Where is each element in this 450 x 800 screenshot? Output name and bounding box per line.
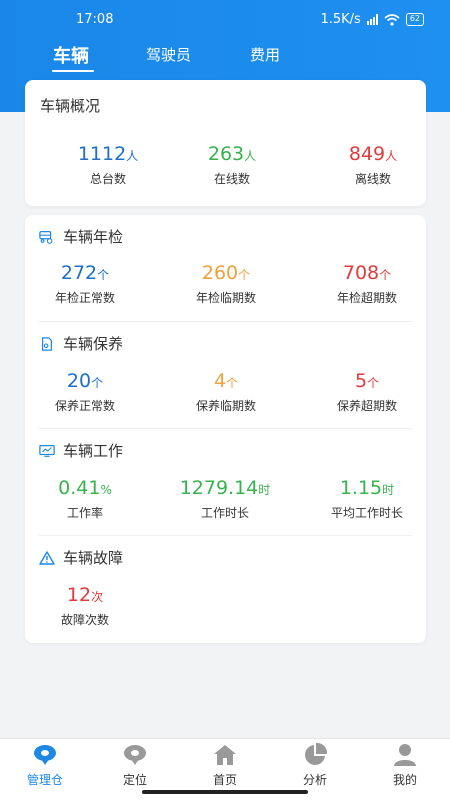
- stat-value: 263: [207, 143, 245, 165]
- maintenance-normal-stat: 20个 保养正常数: [25, 369, 145, 414]
- inspection-header: 车辆年检: [39, 226, 123, 247]
- work-rate-stat: 0.41% 工作率: [25, 476, 145, 521]
- stat-value: 1.15: [339, 477, 383, 499]
- nav-location[interactable]: 定位: [105, 743, 165, 788]
- stat-value: 708: [342, 262, 380, 284]
- stat-value: 272: [60, 262, 98, 284]
- stat-unit: 个: [91, 376, 104, 390]
- nav-profile[interactable]: 我的: [375, 743, 435, 788]
- stat-label: 平均工作时长: [330, 506, 403, 520]
- maintenance-overdue-stat: 5个 保养超期数: [307, 369, 427, 414]
- nav-label: 首页: [212, 773, 237, 787]
- nav-analysis[interactable]: 分析: [285, 743, 345, 788]
- tab-vehicles[interactable]: 车辆: [53, 42, 89, 68]
- status-time: 17:08: [76, 12, 114, 27]
- work-monitor-icon: [39, 444, 55, 457]
- section-divider: [39, 535, 412, 536]
- stat-label: 年检正常数: [54, 291, 115, 305]
- stat-unit: 人: [244, 149, 257, 163]
- stat-value: 12: [66, 584, 92, 606]
- user-icon: [394, 744, 416, 766]
- work-header: 车辆工作: [39, 440, 123, 461]
- network-speed: 1.5K/s: [320, 12, 361, 27]
- home-indicator: [142, 790, 308, 794]
- stat-unit: 次: [91, 590, 104, 604]
- vehicle-inspection-icon: [39, 230, 53, 244]
- warning-icon: [39, 550, 55, 565]
- stat-label: 保养超期数: [336, 399, 397, 413]
- stat-unit: 个: [367, 376, 380, 390]
- nav-label: 分析: [302, 773, 327, 787]
- maintenance-title: 车辆保养: [63, 335, 124, 353]
- work-duration-stat: 1279.14时 工作时长: [150, 476, 300, 521]
- inspection-title: 车辆年检: [63, 228, 124, 246]
- work-average-stat: 1.15时 平均工作时长: [307, 476, 427, 521]
- pie-chart-icon: [305, 743, 327, 765]
- inspection-due-stat: 260个 年检临期数: [166, 261, 286, 306]
- inspection-overdue-stat: 708个 年检超期数: [307, 261, 427, 306]
- stat-value: 0.41: [58, 477, 101, 499]
- overview-online-stat: 263人 在线数: [172, 142, 292, 187]
- stat-value: 260: [201, 262, 239, 284]
- location-pin-icon: [124, 745, 146, 765]
- wifi-icon: [384, 13, 400, 26]
- status-bar: 17:08 1.5K/s 62: [0, 0, 450, 40]
- stat-label: 年检超期数: [336, 291, 397, 305]
- section-divider: [39, 428, 412, 429]
- work-title: 车辆工作: [63, 442, 124, 460]
- stat-unit: 个: [238, 268, 251, 282]
- fault-header: 车辆故障: [39, 547, 123, 568]
- maintenance-due-stat: 4个 保养临期数: [166, 369, 286, 414]
- tab-active-indicator: [52, 70, 94, 72]
- maintenance-document-icon: [42, 336, 52, 351]
- tab-drivers[interactable]: 驾驶员: [146, 44, 191, 65]
- inspection-normal-stat: 272个 年检正常数: [25, 261, 145, 306]
- overview-total-stat: 1112人 总台数: [48, 142, 168, 187]
- stat-unit: 个: [97, 268, 110, 282]
- stat-label: 在线数: [213, 172, 250, 186]
- status-indicators: 1.5K/s 62: [320, 12, 424, 27]
- stat-value: 1279.14: [179, 477, 259, 499]
- signal-icon: [366, 14, 378, 25]
- stat-label: 保养正常数: [54, 399, 115, 413]
- nav-home[interactable]: 首页: [195, 743, 255, 788]
- stat-value: 5: [354, 370, 368, 392]
- stat-label: 工作率: [66, 506, 103, 520]
- overview-offline-stat: 849人 离线数: [313, 142, 433, 187]
- home-icon: [214, 745, 236, 765]
- maintenance-header: 车辆保养: [39, 333, 123, 354]
- stat-value: 1112: [77, 143, 127, 165]
- stat-value: 4: [213, 370, 227, 392]
- stat-value: 20: [66, 370, 92, 392]
- battery-icon: 62: [405, 13, 424, 26]
- stat-label: 总台数: [89, 172, 126, 186]
- vehicle-overview-card: 车辆概况 1112人 总台数 263人 在线数 849人 离线数: [25, 80, 426, 206]
- stat-unit: 个: [379, 268, 392, 282]
- nav-label: 管理仓: [26, 773, 63, 787]
- stat-unit: 人: [385, 149, 398, 163]
- stat-label: 离线数: [354, 172, 391, 186]
- stat-unit: 人: [126, 149, 139, 163]
- stat-label: 年检临期数: [195, 291, 256, 305]
- stat-unit: %: [100, 483, 112, 497]
- section-divider: [39, 321, 412, 322]
- stat-label: 保养临期数: [195, 399, 256, 413]
- fault-count-stat: 12次 故障次数: [25, 583, 145, 628]
- overview-title: 车辆概况: [40, 97, 101, 115]
- stat-label: 故障次数: [60, 613, 109, 627]
- stat-value: 849: [348, 143, 386, 165]
- stat-label: 工作时长: [200, 506, 249, 520]
- vehicle-details-card: 车辆年检 272个 年检正常数 260个 年检临期数 708个 年检超期数 车辆…: [25, 215, 426, 643]
- nav-label: 定位: [122, 773, 147, 787]
- nav-management[interactable]: 管理仓: [15, 743, 75, 788]
- stat-unit: 个: [226, 376, 239, 390]
- fault-title: 车辆故障: [63, 549, 124, 567]
- stat-unit: 时: [382, 483, 395, 497]
- nav-label: 我的: [392, 773, 417, 787]
- top-tabs: 车辆 驾驶员 费用: [0, 40, 450, 76]
- location-pin-icon: [34, 745, 56, 765]
- tab-expenses[interactable]: 费用: [250, 44, 280, 65]
- stat-unit: 时: [258, 483, 271, 497]
